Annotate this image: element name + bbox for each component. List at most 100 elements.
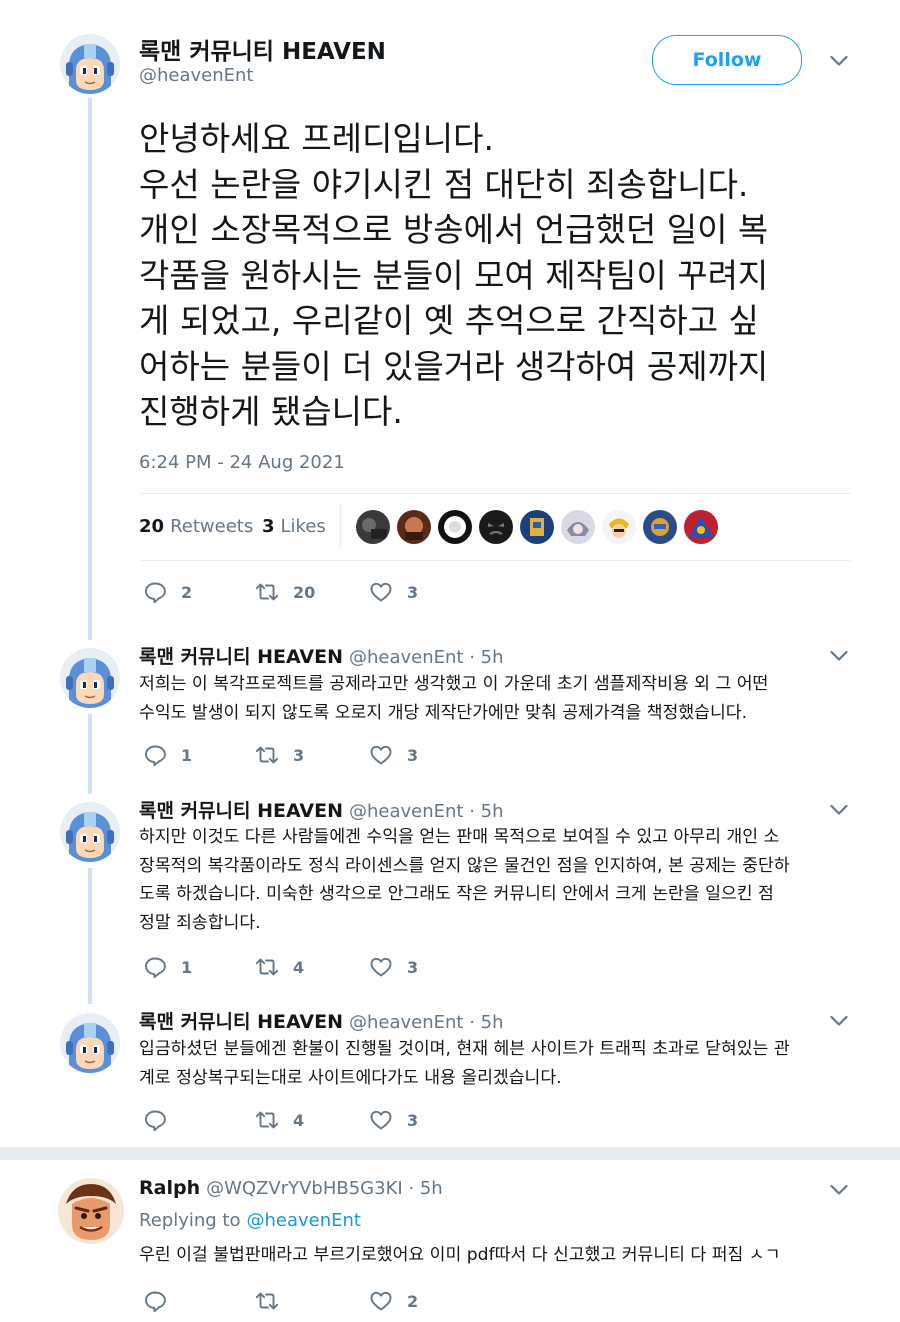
- liker-avatar[interactable]: [684, 510, 718, 544]
- reply-line: 저희는 이 복각프로젝트를 공제라고만 생각했고 이 가운데 초기 샘플제작비용…: [139, 674, 769, 694]
- retweet-icon: [255, 580, 279, 604]
- reply-button[interactable]: 1: [143, 955, 192, 979]
- likes-count: 3: [262, 516, 275, 537]
- reply-avatar[interactable]: [60, 1013, 120, 1073]
- reply-button[interactable]: [143, 1108, 181, 1132]
- like-button[interactable]: 3: [369, 743, 418, 767]
- reply-author-handle[interactable]: @heavenEnt · 5h: [349, 1012, 504, 1033]
- liker-avatar[interactable]: [438, 510, 472, 544]
- retweets-count: 20: [139, 516, 165, 537]
- reply-author-name[interactable]: Ralph: [139, 1177, 200, 1199]
- retweets-label: Retweets: [170, 516, 254, 537]
- reply-text: 입금하셨던 분들에겐 환불이 진행될 것이며, 현재 헤븐 사이트가 트래픽 초…: [139, 1035, 859, 1092]
- liker-avatar[interactable]: [643, 510, 677, 544]
- likes-stat[interactable]: 3 Likes: [262, 516, 326, 537]
- tweet-timestamp[interactable]: 6:24 PM - 24 Aug 2021: [139, 452, 345, 473]
- retweet-count: 4: [293, 1110, 305, 1130]
- reply-author-name[interactable]: 록맨 커뮤니티 HEAVEN: [139, 1007, 343, 1034]
- chevron-down-icon[interactable]: [830, 1015, 848, 1027]
- retweet-count: 3: [293, 745, 305, 765]
- retweet-icon: [255, 1108, 279, 1132]
- reply-author-handle[interactable]: @WQZVrYVbHB5G3KI · 5h: [206, 1178, 443, 1199]
- heart-icon: [369, 955, 393, 979]
- stats-divider: [340, 503, 341, 549]
- retweet-count: 20: [293, 582, 316, 602]
- reply-header: 록맨 커뮤니티 HEAVEN @heavenEnt · 5h: [139, 796, 504, 823]
- main-tweet-line: 개인 소장목적으로 방송에서 언급했던 일이 복: [139, 210, 769, 249]
- megaman-avatar-icon: [60, 34, 120, 94]
- liker-avatar[interactable]: [479, 510, 513, 544]
- likes-label: Likes: [280, 516, 326, 537]
- retweet-icon: [255, 1289, 279, 1313]
- like-count: 2: [407, 1291, 419, 1311]
- divider: [139, 493, 850, 494]
- like-button[interactable]: 3: [369, 580, 418, 604]
- megaman-avatar-icon: [60, 1013, 120, 1073]
- reply-author-handle[interactable]: @heavenEnt · 5h: [349, 647, 504, 668]
- liker-avatar[interactable]: [561, 510, 595, 544]
- reply-count: 2: [181, 582, 193, 602]
- liker-avatar[interactable]: [602, 510, 636, 544]
- retweet-button[interactable]: 3: [255, 743, 304, 767]
- reply-line: 수익도 발생이 되지 않도록 오로지 개당 제작단가에만 맞춰 공제가격을 책정…: [139, 702, 748, 723]
- follow-button[interactable]: Follow: [652, 35, 802, 85]
- like-button[interactable]: 3: [369, 955, 418, 979]
- main-author-handle[interactable]: @heavenEnt: [139, 65, 254, 86]
- retweets-stat[interactable]: 20 Retweets: [139, 516, 253, 537]
- heart-icon: [369, 743, 393, 767]
- retweet-icon: [255, 743, 279, 767]
- like-count: 3: [407, 957, 419, 977]
- chevron-down-icon[interactable]: [830, 55, 848, 67]
- chevron-down-icon[interactable]: [830, 1184, 848, 1196]
- ralph-avatar[interactable]: [58, 1178, 124, 1244]
- reply-line: 계로 정상복구되는대로 사이트에다가도 내용 올리겠습니다.: [139, 1067, 562, 1088]
- main-tweet-line: 각품을 원하시는 분들이 모여 제작팀이 꾸려지: [139, 255, 769, 295]
- reply-count: 1: [181, 957, 193, 977]
- retweet-button[interactable]: 4: [255, 955, 304, 979]
- replying-to: Replying to @heavenEnt: [139, 1210, 361, 1231]
- like-button[interactable]: 3: [369, 1108, 418, 1132]
- reply-button[interactable]: [143, 1289, 181, 1313]
- reply-line: 장목적의 복각품이라도 정식 라이센스를 얻지 않은 물건인 점을 인지하여, …: [139, 855, 790, 876]
- liker-avatar[interactable]: [397, 510, 431, 544]
- chevron-down-icon[interactable]: [830, 804, 848, 816]
- reply-header: 록맨 커뮤니티 HEAVEN @heavenEnt · 5h: [139, 1007, 504, 1034]
- liker-avatar[interactable]: [356, 510, 390, 544]
- reply-icon: [143, 1289, 167, 1313]
- liker-avatar[interactable]: [520, 510, 554, 544]
- reply-avatar[interactable]: [60, 802, 120, 862]
- author-avatar[interactable]: [60, 34, 120, 94]
- reply-author-name[interactable]: 록맨 커뮤니티 HEAVEN: [139, 796, 343, 823]
- retweet-count: 4: [293, 957, 305, 977]
- thread-line: [88, 868, 92, 1004]
- reply-line: 하지만 이것도 다른 사람들에겐 수익을 얻는 판매 목적으로 보여질 수 있고…: [139, 827, 780, 847]
- main-author-name[interactable]: 록맨 커뮤니티 HEAVEN: [139, 32, 386, 66]
- reply-avatar[interactable]: [60, 648, 120, 708]
- retweet-button[interactable]: 20: [255, 580, 315, 604]
- megaman-avatar-icon: [60, 648, 120, 708]
- retweet-button[interactable]: [255, 1289, 293, 1313]
- megaman-avatar-icon: [60, 802, 120, 862]
- conversation-separator: [0, 1147, 900, 1160]
- thread-line: [88, 714, 92, 794]
- chevron-down-icon[interactable]: [830, 650, 848, 662]
- retweet-button[interactable]: 4: [255, 1108, 304, 1132]
- reply-header: Ralph @WQZVrYVbHB5G3KI · 5h: [139, 1177, 443, 1199]
- reply-line: 우린 이걸 불법판매라고 부르기로했어요 이미 pdf따서 다 신고했고 커뮤니…: [139, 1245, 781, 1265]
- reply-button[interactable]: 1: [143, 743, 192, 767]
- like-button[interactable]: 2: [369, 1289, 418, 1313]
- reply-button[interactable]: 2: [143, 580, 192, 604]
- main-tweet-text: 안녕하세요 프레디입니다. 우선 논란을 야기시킨 점 대단히 죄송합니다. 개…: [139, 116, 859, 435]
- reply-text: 우린 이걸 불법판매라고 부르기로했어요 이미 pdf따서 다 신고했고 커뮤니…: [139, 1241, 859, 1270]
- reply-author-handle[interactable]: @heavenEnt · 5h: [349, 801, 504, 822]
- like-count: 3: [407, 745, 419, 765]
- like-count: 3: [407, 1110, 419, 1130]
- reply-author-name[interactable]: 록맨 커뮤니티 HEAVEN: [139, 642, 343, 669]
- reply-icon: [143, 955, 167, 979]
- main-tweet-line: 게 되었고, 우리같이 옛 추억으로 간직하고 싶: [139, 301, 759, 340]
- replying-to-label: Replying to: [139, 1210, 241, 1231]
- likers-avatars: [356, 510, 726, 546]
- reply-icon: [143, 1108, 167, 1132]
- replying-to-handle[interactable]: @heavenEnt: [246, 1210, 361, 1231]
- reply-count: 1: [181, 745, 193, 765]
